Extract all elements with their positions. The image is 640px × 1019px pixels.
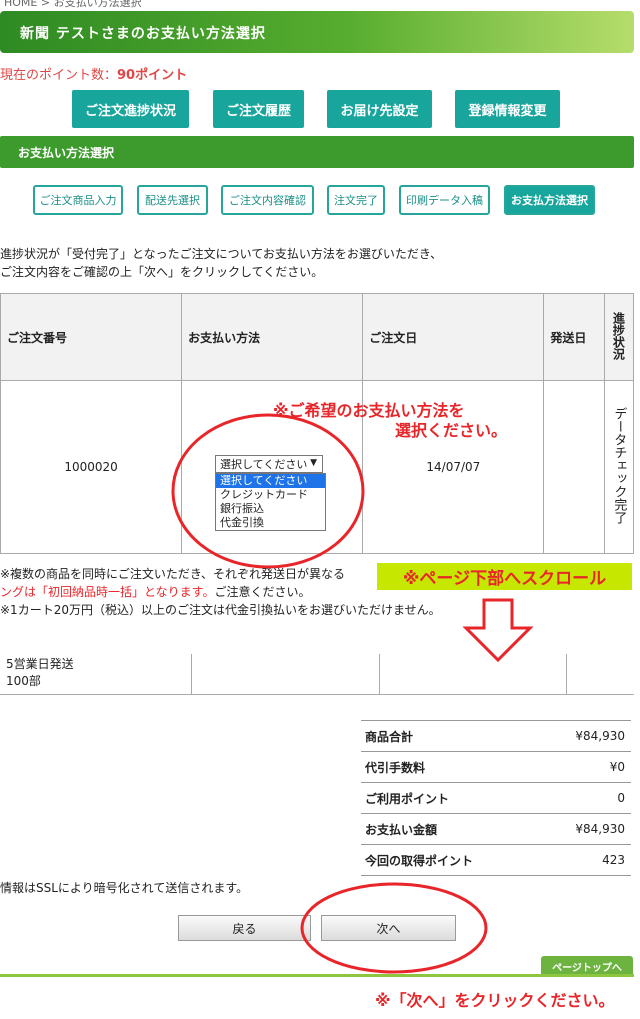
- section-title: お支払い方法選択: [18, 146, 115, 160]
- col-order-date: ご注文日: [362, 293, 545, 381]
- note-line-3: ※1カート20万円（税込）以上のご注文は代金引換払いをお選びいただけません。: [0, 603, 441, 617]
- back-button[interactable]: 戻る: [178, 915, 311, 941]
- col-order-number: ご注文番号: [0, 293, 183, 381]
- step-order-confirm[interactable]: ご注文内容確認: [221, 185, 314, 215]
- note-line-2-red: ングは「初回納品時一括」となります。: [0, 585, 215, 599]
- step-print-data[interactable]: 印刷データ入稿: [399, 185, 490, 215]
- note-line-1: ※複数の商品を同時にご注文いただき、それぞれ発送日が異なる: [0, 567, 345, 581]
- items-table: 5営業日発送 100部: [0, 654, 634, 695]
- item-cell: [191, 654, 379, 695]
- footer-divider: [0, 974, 634, 977]
- table-row: 5営業日発送 100部: [0, 654, 634, 695]
- next-hint: ※「次へ」をクリックください。: [375, 991, 615, 1010]
- summary-value: ¥0: [540, 751, 631, 783]
- item-shipping-cell: 5営業日発送 100部: [0, 654, 192, 695]
- summary-row: 商品合計 ¥84,930: [361, 720, 631, 752]
- order-progress-button[interactable]: ご注文進捗状況: [72, 90, 189, 128]
- section-header: お支払い方法選択: [0, 136, 634, 168]
- orders-header-row: ご注文番号 お支払い方法 ご注文日 発送日 進捗状況: [0, 293, 635, 381]
- col-payment-method: お支払い方法: [181, 293, 364, 381]
- step-delivery-select[interactable]: 配送先選択: [137, 185, 208, 215]
- col-status: 進捗状況: [603, 293, 635, 381]
- highlight-circle-next: [300, 882, 488, 974]
- summary-label: 今回の取得ポイント: [361, 844, 541, 876]
- item-quantity: 100部: [6, 674, 41, 688]
- ssl-note: 情報はSSLにより暗号化されて送信されます。: [0, 881, 249, 895]
- summary-table: 商品合計 ¥84,930 代引手数料 ¥0 ご利用ポイント 0 お支払い金額 ¥84,9…: [361, 720, 631, 876]
- points-display: 現在のポイント数：90ポイント: [0, 64, 187, 83]
- note-line-2-rest: ご注意ください。: [214, 585, 311, 599]
- points-label: 現在のポイント数：: [0, 68, 118, 83]
- step-order-complete[interactable]: 注文完了: [327, 185, 385, 215]
- breadcrumb: HOME > お支払い方法選択: [4, 0, 142, 9]
- scroll-hint-banner: ※ページ下部へスクロール: [377, 563, 632, 590]
- item-shipping: 5営業日発送: [6, 657, 74, 671]
- item-cell: [378, 654, 567, 695]
- order-history-button[interactable]: ご注文履歴: [213, 90, 304, 128]
- summary-label: ご利用ポイント: [361, 782, 541, 814]
- account-info-button[interactable]: 登録情報変更: [455, 90, 560, 128]
- status-text: データチェック完了: [611, 407, 627, 524]
- summary-value: 0: [540, 782, 631, 814]
- page-title-bar: 新聞 テストさまのお支払い方法選択: [0, 11, 634, 53]
- intro-line-1: 進捗状況が「受付完了」となったご注文についてお支払い方法をお選びいただき、: [0, 247, 443, 261]
- summary-value: 423: [540, 844, 631, 876]
- note-line-2: ングは「初回納品時一括」となります。ご注意ください。: [0, 583, 310, 601]
- intro-text: 進捗状況が「受付完了」となったご注文についてお支払い方法をお選びいただき、 ご注…: [0, 245, 442, 281]
- summary-label: 代引手数料: [361, 751, 541, 783]
- summary-label: 商品合計: [361, 720, 541, 752]
- points-value: 90ポイント: [117, 68, 188, 83]
- highlight-circle-select: [171, 413, 365, 569]
- intro-line-2: ご注文内容をご確認の上「次へ」をクリックしてください。: [0, 265, 324, 279]
- step-payment-select[interactable]: お支払方法選択: [504, 185, 595, 215]
- col-ship-date: 発送日: [543, 293, 605, 381]
- ship-date-cell: [543, 380, 605, 554]
- summary-row: お支払い金額 ¥84,930: [361, 813, 631, 845]
- summary-row: 代引手数料 ¥0: [361, 751, 631, 783]
- step-product-input[interactable]: ご注文商品入力: [33, 185, 123, 215]
- summary-value: ¥84,930: [540, 720, 631, 752]
- summary-row: 今回の取得ポイント 423: [361, 844, 631, 876]
- select-hint-line-2: 選択ください。: [395, 421, 508, 440]
- summary-row: ご利用ポイント 0: [361, 782, 631, 814]
- item-cell: [565, 654, 634, 695]
- page-title: 新聞 テストさまのお支払い方法選択: [20, 26, 266, 42]
- page-top-link[interactable]: ページトップへ: [541, 956, 633, 976]
- delivery-address-button[interactable]: お届け先設定: [327, 90, 432, 128]
- summary-value: ¥84,930: [540, 813, 631, 845]
- order-number-cell: 1000020: [0, 380, 183, 554]
- summary-label: お支払い金額: [361, 813, 541, 845]
- status-cell: データチェック完了: [603, 380, 635, 554]
